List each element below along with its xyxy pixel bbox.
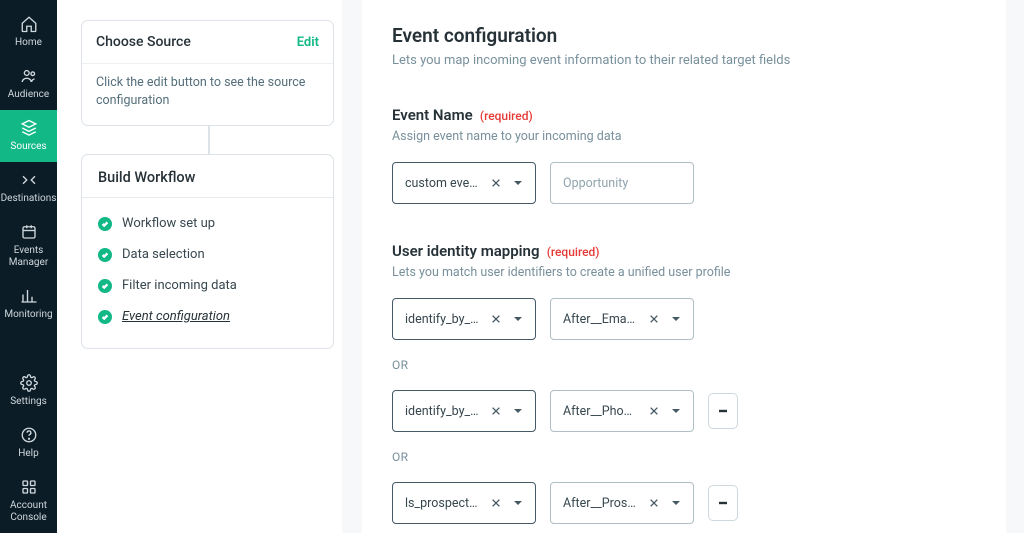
choose-source-body: Click the edit button to see the source … xyxy=(82,63,333,125)
chevron-down-icon[interactable] xyxy=(511,496,525,510)
clear-icon[interactable] xyxy=(489,496,503,510)
chevron-down-icon[interactable] xyxy=(669,312,683,326)
help-icon xyxy=(19,425,39,445)
workflow-step-label: Event configuration xyxy=(122,309,230,324)
event-name-title: Event Name xyxy=(392,106,473,124)
sidebar-item-home[interactable]: Home xyxy=(0,6,57,58)
select-value: After__Phone xyxy=(563,404,637,419)
sidebar-item-help[interactable]: Help xyxy=(0,417,57,469)
identity-left-select[interactable]: identify_by_phone xyxy=(392,390,536,432)
gear-icon xyxy=(19,373,39,393)
identity-right-select[interactable]: After__EmailAddress xyxy=(550,298,694,340)
edit-source-link[interactable]: Edit xyxy=(297,35,319,50)
page-title: Event configuration xyxy=(392,24,976,47)
workflow-step-label: Workflow set up xyxy=(122,216,215,231)
account-console-icon xyxy=(19,477,39,497)
chevron-down-icon[interactable] xyxy=(511,176,525,190)
select-value: After__EmailAddress xyxy=(563,312,637,327)
check-icon xyxy=(98,310,112,324)
workflow-step-event-config[interactable]: Event configuration xyxy=(92,301,323,332)
page-subtitle: Lets you map incoming event information … xyxy=(392,53,976,68)
sidebar-item-label: Help xyxy=(18,448,38,460)
sidebar-item-audience[interactable]: Audience xyxy=(0,58,57,110)
identity-left-select[interactable]: ls_prospect_id xyxy=(392,482,536,524)
event-name-select[interactable]: custom event xyxy=(392,162,536,204)
remove-row-button[interactable] xyxy=(708,485,738,521)
home-icon xyxy=(19,14,39,34)
event-name-section: Event Name (required) Assign event name … xyxy=(392,106,976,204)
event-name-subtitle: Assign event name to your incoming data xyxy=(392,129,976,144)
required-tag: (required) xyxy=(547,245,600,259)
main-scroll[interactable]: Event configuration Lets you map incomin… xyxy=(342,0,1024,533)
sidebar-item-settings[interactable]: Settings xyxy=(0,365,57,417)
chevron-down-icon[interactable] xyxy=(669,496,683,510)
required-tag: (required) xyxy=(480,109,533,123)
identity-left-select[interactable]: identify_by_email xyxy=(392,298,536,340)
sidebar-item-monitoring[interactable]: Monitoring xyxy=(0,278,57,330)
user-identity-title: User identity mapping xyxy=(392,242,539,260)
destinations-icon xyxy=(19,170,39,190)
sidebar-item-account-console[interactable]: Account Console xyxy=(0,469,57,533)
sidebar-item-label: Monitoring xyxy=(4,309,52,321)
check-icon xyxy=(98,248,112,262)
sidebar-item-destinations[interactable]: Destinations xyxy=(0,162,57,214)
event-name-input[interactable]: Opportunity xyxy=(550,162,694,204)
workflow-column: Choose Source Edit Click the edit button… xyxy=(57,0,342,533)
sidebar-item-label: Settings xyxy=(10,396,47,408)
select-value: After__ProspectID xyxy=(563,496,637,511)
workflow-step-label: Data selection xyxy=(122,247,205,262)
or-separator: OR xyxy=(392,450,976,464)
sidebar-item-label: Destinations xyxy=(1,193,57,205)
sidebar-item-label: Account Console xyxy=(2,500,55,524)
user-identity-section: User identity mapping (required) Lets yo… xyxy=(392,242,976,524)
sources-icon xyxy=(19,118,39,138)
build-workflow-card: Build Workflow Workflow set up Data sele… xyxy=(81,154,334,349)
select-value: identify_by_phone xyxy=(405,404,479,419)
audience-icon xyxy=(19,66,39,86)
check-icon xyxy=(98,279,112,293)
divider xyxy=(82,197,333,198)
app-sidebar: Home Audience Sources Destinations Event… xyxy=(0,0,57,533)
choose-source-title: Choose Source xyxy=(96,34,191,50)
clear-icon[interactable] xyxy=(647,496,661,510)
events-manager-icon xyxy=(19,222,39,242)
workflow-step-label: Filter incoming data xyxy=(122,278,237,293)
sidebar-item-label: Sources xyxy=(10,141,46,153)
connector-line xyxy=(208,126,210,154)
chevron-down-icon[interactable] xyxy=(511,404,525,418)
identity-right-select[interactable]: After__ProspectID xyxy=(550,482,694,524)
clear-icon[interactable] xyxy=(489,312,503,326)
chevron-down-icon[interactable] xyxy=(511,312,525,326)
sidebar-item-label: Events Manager xyxy=(2,245,55,269)
monitoring-icon xyxy=(19,286,39,306)
sidebar-item-events-manager[interactable]: Events Manager xyxy=(0,214,57,278)
sidebar-item-sources[interactable]: Sources xyxy=(0,110,57,162)
user-identity-subtitle: Lets you match user identifiers to creat… xyxy=(392,265,976,280)
clear-icon[interactable] xyxy=(647,404,661,418)
or-separator: OR xyxy=(392,358,976,372)
workflow-title: Build Workflow xyxy=(82,155,333,197)
remove-row-button[interactable] xyxy=(708,393,738,429)
clear-icon[interactable] xyxy=(647,312,661,326)
sidebar-item-label: Audience xyxy=(8,89,49,101)
clear-icon[interactable] xyxy=(489,176,503,190)
workflow-step-setup[interactable]: Workflow set up xyxy=(92,208,323,239)
select-value: identify_by_email xyxy=(405,312,479,327)
check-icon xyxy=(98,217,112,231)
chevron-down-icon[interactable] xyxy=(669,404,683,418)
clear-icon[interactable] xyxy=(489,404,503,418)
identity-right-select[interactable]: After__Phone xyxy=(550,390,694,432)
workflow-step-data-selection[interactable]: Data selection xyxy=(92,239,323,270)
input-placeholder: Opportunity xyxy=(563,176,683,191)
select-value: ls_prospect_id xyxy=(405,496,479,511)
event-config-panel: Event configuration Lets you map incomin… xyxy=(362,0,1006,533)
workflow-step-filter[interactable]: Filter incoming data xyxy=(92,270,323,301)
select-value: custom event xyxy=(405,176,479,191)
choose-source-card: Choose Source Edit Click the edit button… xyxy=(81,20,334,126)
sidebar-item-label: Home xyxy=(15,37,42,49)
